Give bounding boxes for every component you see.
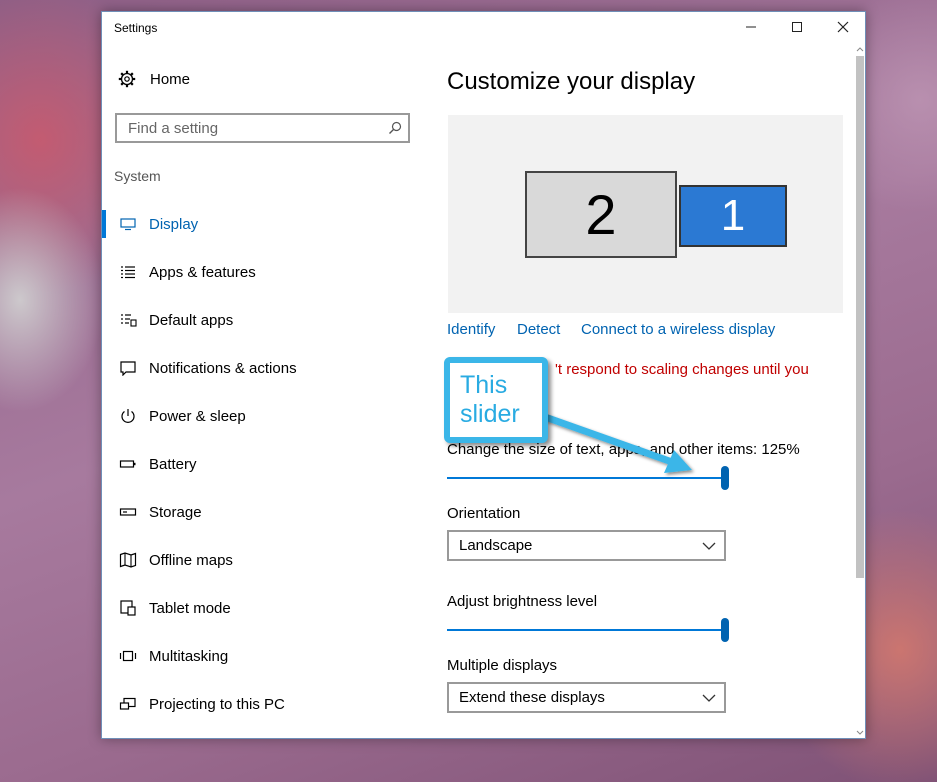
scrollbar-thumb[interactable] (856, 56, 864, 578)
scaling-warning-text: 't respond to scaling changes until you (555, 361, 809, 378)
storage-icon (118, 502, 138, 522)
gear-icon (118, 70, 136, 88)
multitasking-icon (118, 646, 138, 666)
maximize-icon (792, 22, 802, 32)
sidebar-item-label: Tablet mode (149, 599, 231, 617)
brightness-slider-thumb[interactable] (721, 618, 729, 642)
multiple-displays-value: Extend these displays (459, 689, 605, 706)
notification-icon (118, 358, 138, 378)
scale-label: Change the size of text, apps, and other… (447, 441, 800, 458)
battery-icon (118, 454, 138, 474)
multiple-displays-dropdown[interactable]: Extend these displays (447, 682, 726, 713)
sidebar-item-label: Multitasking (149, 647, 229, 665)
sidebar-item-label: Display (149, 215, 199, 233)
home-link[interactable]: Home (118, 70, 190, 88)
sidebar-item-label: Battery (149, 455, 197, 473)
orientation-label: Orientation (447, 505, 521, 522)
sidebar-item-label: Projecting to this PC (149, 695, 285, 713)
close-icon (837, 21, 849, 33)
scroll-down-icon[interactable] (856, 730, 864, 736)
annotation-callout: This slider (444, 357, 548, 443)
sidebar-item-display[interactable]: Display (102, 200, 422, 248)
sidebar-item-power-sleep[interactable]: Power & sleep (102, 392, 422, 440)
sidebar-item-label: Notifications & actions (149, 359, 297, 377)
annotation-text: This slider (460, 371, 520, 429)
window-title: Settings (114, 21, 158, 35)
tablet-icon (118, 598, 138, 618)
sidebar-item-default-apps[interactable]: Default apps (102, 296, 422, 344)
sidebar-item-apps-features[interactable]: Apps & features (102, 248, 422, 296)
identify-link[interactable]: Identify (447, 321, 495, 338)
default-apps-icon (118, 310, 138, 330)
annotation-line-1: This (460, 371, 508, 399)
chevron-down-icon (702, 542, 716, 550)
sidebar-item-battery[interactable]: Battery (102, 440, 422, 488)
close-button[interactable] (820, 12, 866, 42)
wireless-display-link[interactable]: Connect to a wireless display (581, 321, 775, 338)
sidebar-item-offline-maps[interactable]: Offline maps (102, 536, 422, 584)
search-input[interactable] (126, 118, 388, 138)
sidebar-item-multitasking[interactable]: Multitasking (102, 632, 422, 680)
projector-icon (118, 694, 138, 714)
brightness-label: Adjust brightness level (447, 593, 598, 610)
sidebar-item-storage[interactable]: Storage (102, 488, 422, 536)
minimize-icon (746, 26, 756, 28)
search-box[interactable] (115, 113, 410, 143)
sidebar-item-notifications[interactable]: Notifications & actions (102, 344, 422, 392)
sidebar-item-projecting[interactable]: Projecting to this PC (102, 680, 422, 728)
chevron-down-icon (702, 694, 716, 702)
sidebar-item-label: Default apps (149, 311, 234, 329)
annotation-line-2: slider (460, 400, 520, 428)
page-title: Customize your display (447, 68, 696, 95)
home-label: Home (150, 70, 191, 88)
brightness-slider[interactable] (447, 618, 729, 642)
search-icon[interactable] (388, 121, 402, 135)
maximize-button[interactable] (774, 12, 820, 42)
scale-slider-thumb[interactable] (721, 466, 729, 490)
detect-link[interactable]: Detect (517, 321, 560, 338)
scale-slider[interactable] (447, 466, 729, 490)
orientation-value: Landscape (459, 537, 533, 554)
monitor-icon (118, 214, 138, 234)
sidebar-item-label: Apps & features (149, 263, 256, 281)
sidebar-item-label: Offline maps (149, 551, 233, 569)
sidebar-item-tablet-mode[interactable]: Tablet mode (102, 584, 422, 632)
monitor-1[interactable]: 1 (679, 185, 787, 247)
monitor-2[interactable]: 2 (525, 171, 677, 258)
section-heading: System (114, 168, 161, 184)
title-bar[interactable]: Settings (102, 12, 865, 44)
map-icon (118, 550, 138, 570)
multiple-displays-label: Multiple displays (447, 657, 558, 674)
brightness-slider-track[interactable] (447, 629, 725, 631)
minimize-button[interactable] (728, 12, 774, 42)
sidebar-nav: Display Apps & features Default apps Not… (102, 200, 422, 728)
scroll-up-icon[interactable] (856, 46, 864, 52)
scrollbar[interactable] (855, 46, 865, 738)
sidebar-item-label: Power & sleep (149, 407, 246, 425)
monitor-arrangement: 2 1 (448, 115, 843, 313)
scale-slider-track[interactable] (447, 477, 725, 479)
sidebar-item-label: Storage (149, 503, 202, 521)
power-icon (118, 406, 138, 426)
orientation-dropdown[interactable]: Landscape (447, 530, 726, 561)
list-icon (118, 262, 138, 282)
